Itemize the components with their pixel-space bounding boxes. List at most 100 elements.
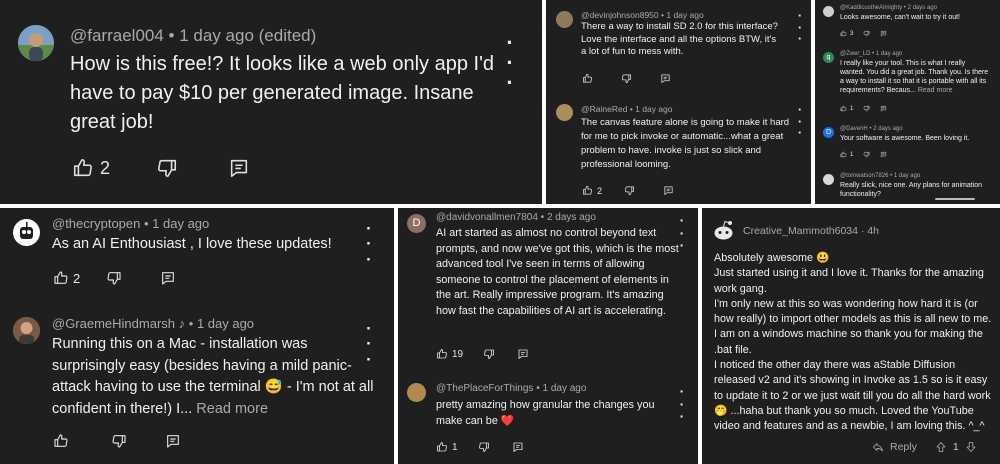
like-count: 19 <box>452 348 464 360</box>
read-more-link[interactable]: Read more <box>196 401 268 417</box>
dislike-icon[interactable] <box>106 270 122 286</box>
timestamp[interactable]: 1 day ago <box>152 216 209 231</box>
reply-icon[interactable] <box>660 73 671 84</box>
like-icon[interactable] <box>436 441 448 453</box>
person-avatar-icon <box>18 25 54 61</box>
timestamp[interactable]: 1 day ago <box>894 173 920 179</box>
reply-icon[interactable] <box>228 157 250 179</box>
comment-text: Really slick, nice one. Any plans for an… <box>840 182 983 198</box>
timestamp[interactable]: 1 day ago <box>666 10 703 20</box>
avatar[interactable] <box>556 11 573 28</box>
dislike-icon[interactable] <box>111 433 127 449</box>
avatar-initial: D <box>412 217 421 229</box>
avatar[interactable] <box>711 218 736 243</box>
author-name[interactable]: @DavenH <box>840 126 868 132</box>
author-name[interactable]: @devinjohnson8950 <box>581 10 659 20</box>
author-name[interactable]: @Zwer_LD <box>840 51 870 57</box>
avatar[interactable] <box>13 219 40 246</box>
reply-icon[interactable] <box>517 348 529 360</box>
avatar[interactable]: D <box>407 214 426 233</box>
author-name[interactable]: @ThePlaceForThings <box>436 383 533 394</box>
comment-text: Your software is awesome. Been loving it… <box>840 135 970 142</box>
like-icon[interactable] <box>840 105 847 112</box>
avatar[interactable] <box>18 25 54 61</box>
timestamp[interactable]: 1 day ago <box>635 104 672 114</box>
reply-arrow-icon[interactable] <box>872 441 884 453</box>
avatar[interactable] <box>823 6 834 17</box>
comment-meta: @GraemeHindmarsh ♪ • 1 day ago <box>52 316 255 331</box>
like-icon[interactable] <box>436 348 448 360</box>
like-icon[interactable] <box>840 30 847 37</box>
avatar[interactable] <box>13 317 40 344</box>
timestamp[interactable]: 4h <box>867 225 879 237</box>
reply-icon[interactable] <box>663 185 674 196</box>
like-icon[interactable] <box>72 157 94 179</box>
avatar-initial: q <box>826 54 831 61</box>
timestamp[interactable]: 2 days ago <box>908 5 937 11</box>
reply-icon[interactable] <box>160 270 176 286</box>
comment-text: Running this on a Mac - installation was… <box>52 334 382 420</box>
reply-icon[interactable] <box>880 30 887 37</box>
reply-icon[interactable] <box>512 441 524 453</box>
upvote-icon[interactable] <box>935 441 947 453</box>
timestamp[interactable]: 1 day ago <box>876 51 902 57</box>
author-name[interactable]: @thecryptopen <box>52 216 140 231</box>
comment-meta: @devinjohnson8950 • 1 day ago <box>581 10 704 20</box>
comment-panel-small-thread: @KaddicustheAlmighty • 2 days ago Looks … <box>815 0 1000 204</box>
comment-actions: 2 <box>582 185 674 196</box>
dislike-icon[interactable] <box>621 73 632 84</box>
avatar[interactable]: D <box>823 127 834 138</box>
author-name[interactable]: @tomwatson7826 <box>840 173 888 179</box>
comment-actions: Reply 1 <box>872 441 977 453</box>
dislike-icon[interactable] <box>863 105 870 112</box>
dislike-icon[interactable] <box>863 30 870 37</box>
read-more-link[interactable]: Read more <box>918 87 953 94</box>
like-icon[interactable] <box>840 151 847 158</box>
reply-icon[interactable] <box>880 151 887 158</box>
scrollbar[interactable] <box>935 198 975 200</box>
timestamp[interactable]: 2 days ago <box>873 126 902 132</box>
avatar-initial: D <box>825 129 832 136</box>
dislike-icon[interactable] <box>478 441 490 453</box>
like-icon[interactable] <box>582 185 593 196</box>
avatar[interactable] <box>556 104 573 121</box>
comment-meta: @davidvonallmen7804 • 2 days ago <box>436 212 596 223</box>
like-icon[interactable] <box>53 270 69 286</box>
avatar[interactable]: q <box>823 52 834 63</box>
avatar[interactable] <box>823 174 834 185</box>
author-name[interactable]: @KaddicustheAlmighty <box>840 5 902 11</box>
dislike-icon[interactable] <box>863 151 870 158</box>
like-icon[interactable] <box>53 433 69 449</box>
comment-actions: 1 <box>436 441 524 453</box>
timestamp[interactable]: 1 day ago <box>542 383 586 394</box>
like-icon[interactable] <box>582 73 593 84</box>
dislike-icon[interactable] <box>483 348 495 360</box>
timestamp[interactable]: 2 days ago <box>547 212 596 223</box>
comment-meta: @KaddicustheAlmighty • 2 days ago <box>840 5 937 11</box>
more-options-icon[interactable]: · · · <box>796 103 804 139</box>
avatar[interactable] <box>407 383 426 402</box>
dislike-icon[interactable] <box>156 157 178 179</box>
like-count: 2 <box>73 270 81 286</box>
author-name[interactable]: @farrael004 <box>70 26 164 45</box>
more-options-icon[interactable]: · · · <box>796 9 804 45</box>
like-count: 2 <box>100 157 111 178</box>
comment-panel-farrael004: @farrael004 • 1 day ago (edited) · · · How… <box>0 0 542 204</box>
reply-icon[interactable] <box>880 105 887 112</box>
dislike-icon[interactable] <box>624 185 635 196</box>
author-name[interactable]: @GraemeHindmarsh <box>52 316 175 331</box>
author-name[interactable]: Creative_Mammoth6034 <box>743 225 858 237</box>
comment-actions: 1 <box>840 151 887 158</box>
comment-meta: @tomwatson7826 • 1 day ago <box>840 173 921 179</box>
comment-text: Absolutely awesome 😃 Just started using … <box>714 252 992 433</box>
timestamp[interactable]: 1 day ago (edited) <box>179 26 316 45</box>
comment-meta: @farrael004 • 1 day ago (edited) <box>70 26 317 45</box>
timestamp[interactable]: 1 day ago <box>197 316 254 331</box>
reply-button[interactable]: Reply <box>890 441 917 453</box>
reply-icon[interactable] <box>165 433 181 449</box>
music-note-icon: ♪ <box>178 316 186 331</box>
author-name[interactable]: @RaineRed <box>581 104 627 114</box>
comment-actions: 2 <box>53 270 176 286</box>
downvote-icon[interactable] <box>965 441 977 453</box>
author-name[interactable]: @davidvonallmen7804 <box>436 212 538 223</box>
